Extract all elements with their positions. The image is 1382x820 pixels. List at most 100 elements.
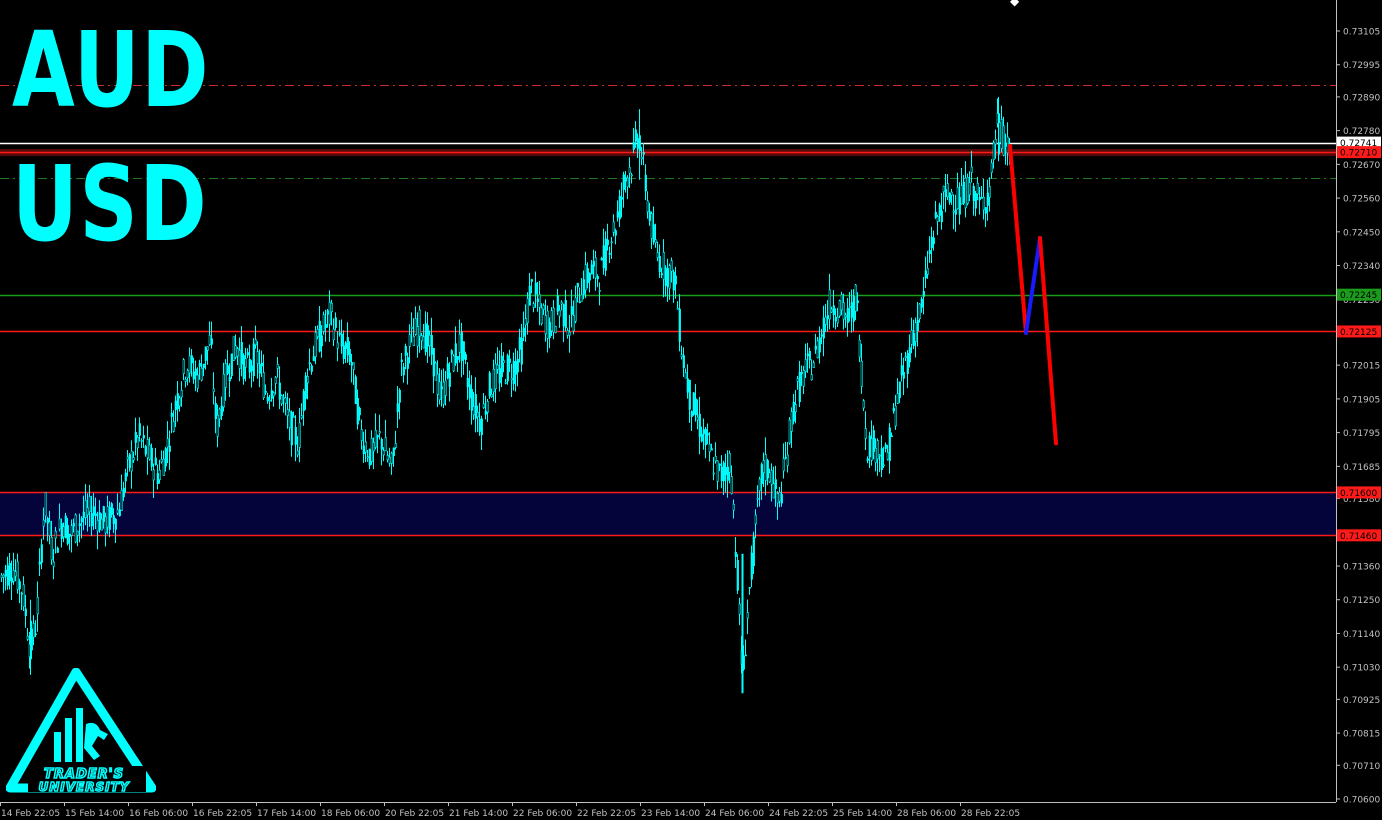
candle-body [932,237,935,245]
candle-body [758,478,761,491]
candle-body [32,623,35,638]
candle-body [760,464,763,484]
candle-body [898,381,901,399]
candle-body [98,512,101,530]
candle-body [606,239,609,246]
candle-body [402,366,405,376]
candle-body [718,463,721,466]
candle-body [342,345,345,359]
candle-body [684,372,687,379]
candle-body [632,142,635,150]
candle-body [520,337,523,365]
candle-body [268,399,271,402]
candle-body [836,316,839,324]
candle-body [524,318,527,326]
candle-body [10,577,13,583]
candle-body [120,489,123,511]
candle-body [420,335,423,342]
candle-body [34,633,37,636]
candle-body [360,429,363,441]
candle-body [92,506,95,516]
candle-body [564,300,567,329]
candle-body [384,437,387,452]
candle-body [626,177,629,188]
candle-body [644,174,647,192]
x-tick-label: 14 Feb 22:05 [1,809,60,819]
candle-body [462,341,465,360]
candle-body [682,355,685,369]
candle-body [476,412,479,418]
candle-body [468,384,471,399]
candle-body [874,448,877,464]
candle-body [374,429,377,448]
candle-body [590,264,593,275]
candle-body [578,301,581,304]
candle-body [318,320,321,352]
candle-body [290,411,293,446]
candle-body [428,334,431,346]
y-tick-label: 0.71685 [1343,463,1380,473]
candle-body [74,514,77,543]
candle-body [592,261,595,267]
candle-body [66,525,69,544]
candle-body [404,345,407,356]
candle-body [16,561,19,590]
candle-body [558,309,561,317]
candle-body [894,405,897,427]
candle-body [370,437,373,462]
candle-body [788,419,791,444]
candle-body [166,438,169,448]
candle-body [752,536,755,567]
candle-body [762,460,765,473]
candle-body [322,314,325,332]
candle-body [490,393,493,397]
candle-body [114,518,117,530]
candle-body [124,472,127,482]
candle-body [910,330,913,345]
candle-body [312,356,315,362]
candle-body [102,506,105,522]
candle-body [642,152,645,155]
candle-body [132,457,135,461]
x-tick-label: 23 Feb 14:00 [641,809,700,819]
candle-body [830,308,833,313]
y-tick-label: 0.70815 [1343,730,1380,740]
candle-body [42,519,45,527]
candle-body [408,334,411,347]
candle-body [518,337,521,350]
candle-body [658,255,661,273]
candle-body [810,374,813,381]
candle-body [896,393,899,404]
candle-body [62,526,65,537]
candle-body [614,230,617,236]
candle-body [676,307,679,310]
candle-body [70,525,73,536]
x-tick-label: 25 Feb 14:00 [833,809,892,819]
candle-body [672,271,675,291]
candle-body [748,587,751,589]
candle-body [198,363,201,367]
candle-body [982,196,985,211]
candle-body [8,562,11,581]
candle-body [532,303,535,308]
candle-body [326,310,329,315]
candle-body [394,443,397,448]
candle-body [200,367,203,381]
demand-zone [0,492,1336,536]
candle-body [358,407,361,416]
candle-body [832,305,835,316]
candle-body [176,393,179,410]
y-tick-label: 0.71250 [1343,596,1380,606]
candle-body [4,569,7,577]
candle-body [156,473,159,485]
candle-body [864,428,867,439]
candle-body [350,362,353,366]
candle-body [60,523,63,539]
candle-body [40,544,43,563]
candle-body [506,355,509,382]
y-tick-label: 0.73105 [1343,28,1380,38]
candle-body [296,450,299,456]
candle-body [260,362,263,367]
candle-body [22,584,25,607]
candle-body [164,448,167,467]
